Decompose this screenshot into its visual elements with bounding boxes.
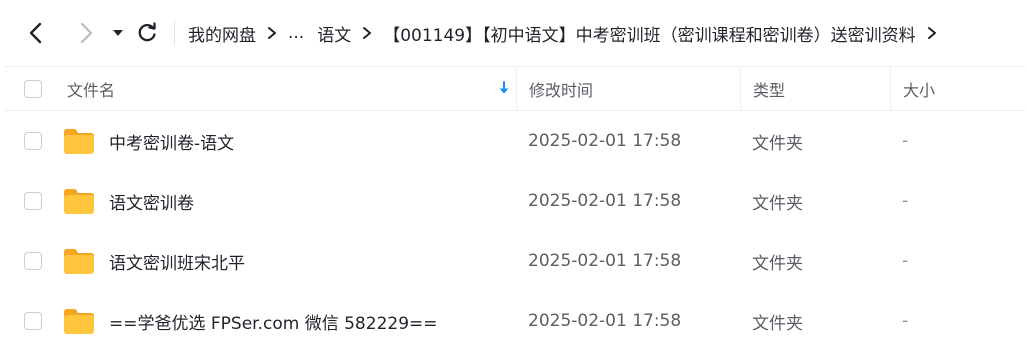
table-row[interactable]: 中考密训卷-语文 2025-02-01 17:58 文件夹 - [4, 111, 1026, 171]
column-header-size-label: 大小 [903, 80, 936, 100]
folder-icon [64, 129, 94, 154]
sort-down-arrow-icon[interactable] [498, 80, 510, 96]
modified-time: 2025-02-01 17:58 [528, 251, 682, 271]
chevron-left-icon [29, 22, 42, 44]
back-button[interactable] [18, 13, 54, 53]
file-name[interactable]: 语文密训班宋北平 [109, 249, 245, 274]
breadcrumb-separator-icon [267, 26, 277, 40]
file-list: 中考密训卷-语文 2025-02-01 17:58 文件夹 - 语文密训卷 20… [4, 111, 1026, 351]
column-header-type[interactable]: 类型 [740, 67, 890, 110]
folder-icon [64, 189, 94, 214]
file-name[interactable]: ==学爸优选 FPSer.com 微信 582229== [109, 309, 438, 334]
table-row[interactable]: ==学爸优选 FPSer.com 微信 582229== 2025-02-01 … [4, 291, 1026, 351]
breadcrumb-item-current[interactable]: 【001149】【初中语文】中考密训班（密训课程和密训卷）送密训资料 [383, 21, 915, 46]
column-header-type-label: 类型 [753, 80, 786, 100]
breadcrumb-item-chinese[interactable]: 语文 [317, 21, 351, 46]
modified-time: 2025-02-01 17:58 [528, 191, 682, 211]
select-all-cell [4, 79, 61, 98]
triangle-down-icon [113, 30, 123, 36]
file-size: - [902, 191, 909, 211]
chevron-right-icon [80, 22, 93, 44]
select-all-checkbox[interactable] [23, 79, 42, 98]
file-type: 文件夹 [752, 133, 803, 154]
history-dropdown-button[interactable] [106, 13, 130, 53]
breadcrumb-separator-icon [362, 26, 372, 40]
refresh-button[interactable] [130, 13, 164, 53]
column-header-time-label: 修改时间 [529, 80, 594, 100]
row-checkbox[interactable] [23, 132, 42, 150]
forward-button[interactable] [68, 13, 104, 53]
row-checkbox[interactable] [23, 312, 42, 330]
file-type: 文件夹 [752, 253, 803, 274]
file-type: 文件夹 [752, 313, 803, 334]
modified-time: 2025-02-01 17:58 [528, 311, 682, 331]
file-name[interactable]: 中考密训卷-语文 [109, 129, 234, 154]
table-row[interactable]: 语文密训卷 2025-02-01 17:58 文件夹 - [4, 171, 1026, 231]
folder-icon [64, 309, 94, 334]
breadcrumb-item-root[interactable]: 我的网盘 [188, 21, 256, 46]
toolbar-divider [174, 20, 175, 46]
file-name[interactable]: 语文密训卷 [109, 189, 194, 214]
column-header-size[interactable]: 大小 [890, 67, 1026, 110]
navigation-bar: 我的网盘 ... 语文 【001149】【初中语文】中考密训班（密训课程和密训卷… [0, 0, 1027, 66]
breadcrumb: 我的网盘 ... 语文 【001149】【初中语文】中考密训班（密训课程和密训卷… [188, 21, 948, 46]
breadcrumb-item-ellipsis[interactable]: ... [288, 23, 304, 43]
column-header-name[interactable]: 文件名 [61, 67, 516, 110]
refresh-icon [138, 22, 156, 42]
folder-icon [64, 249, 94, 274]
file-size: - [902, 251, 909, 271]
table-row[interactable]: 语文密训班宋北平 2025-02-01 17:58 文件夹 - [4, 231, 1026, 291]
modified-time: 2025-02-01 17:58 [528, 131, 682, 151]
row-checkbox[interactable] [23, 252, 42, 270]
breadcrumb-separator-icon [927, 26, 937, 40]
file-size: - [902, 131, 909, 151]
table-header: 文件名 修改时间 类型 大小 [4, 66, 1026, 111]
row-checkbox[interactable] [23, 192, 42, 210]
column-header-time[interactable]: 修改时间 [516, 67, 740, 110]
file-type: 文件夹 [752, 193, 803, 214]
file-size: - [902, 311, 909, 331]
column-header-name-label: 文件名 [67, 80, 116, 100]
